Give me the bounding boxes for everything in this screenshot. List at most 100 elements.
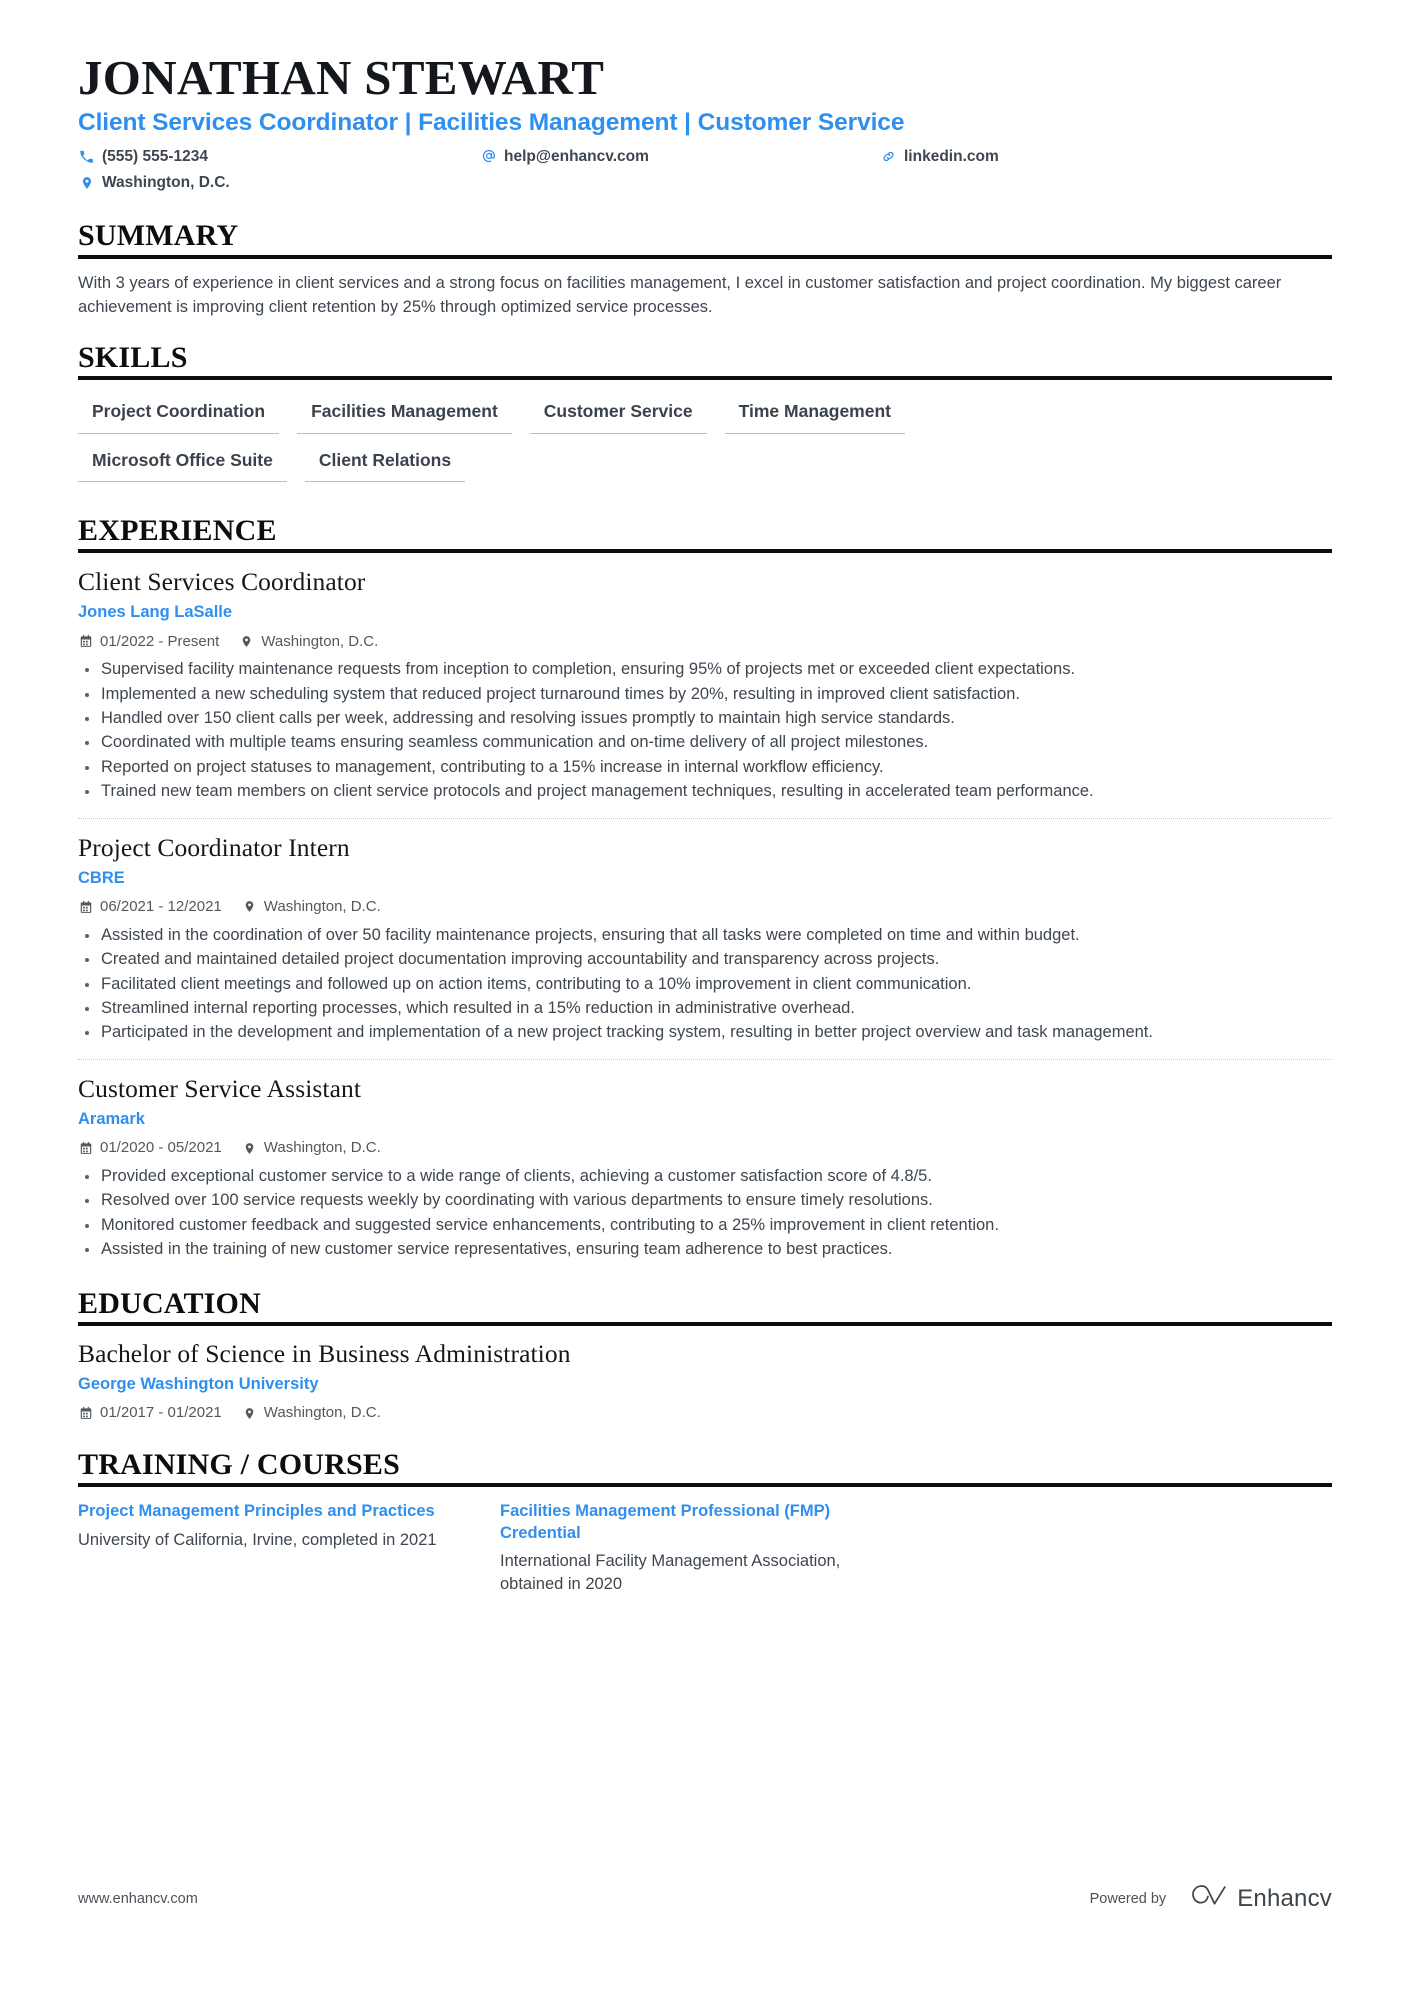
education-meta: 01/2017 - 01/2021 Washington, D.C. [78,1403,1332,1423]
school-name[interactable]: George Washington University [78,1374,1332,1395]
map-pin-icon [78,174,95,191]
skill-item: Customer Service [529,395,707,434]
job-bullet: Handled over 150 client calls per week, … [78,707,1313,730]
calendar-icon [78,634,93,649]
education-location-value: Washington, D.C. [263,1404,381,1422]
contact-linkedin-value: linkedin.com [904,147,999,165]
education-dates-value: 01/2017 - 01/2021 [100,1404,222,1422]
enhancv-brand-name: Enhancv [1237,1884,1332,1912]
course-description: International Facility Management Associ… [500,1552,841,1594]
experience-entry: Client Services Coordinator Jones Lang L… [78,553,1332,804]
job-location-value: Washington, D.C. [261,632,379,650]
contact-phone-value: (555) 555-1234 [102,147,208,165]
map-pin-icon [242,899,257,914]
job-meta: 01/2020 - 05/2021 Washington, D.C. [78,1138,1332,1158]
job-dates: 01/2020 - 05/2021 [78,1138,222,1158]
footer-website-url[interactable]: www.enhancv.com [78,1891,198,1907]
job-bullets: Assisted in the coordination of over 50 … [78,924,1332,1045]
job-bullet: Resolved over 100 service requests weekl… [78,1189,1313,1212]
job-dates-value: 01/2022 - Present [100,632,220,650]
course-title[interactable]: Facilities Management Professional (FMP)… [500,1501,872,1544]
job-title: Client Services Coordinator [78,567,366,597]
course-title[interactable]: Project Management Principles and Practi… [78,1501,450,1522]
section-heading-training: TRAINING / COURSES [78,1448,1332,1488]
section-summary: SUMMARY With 3 years of experience in cl… [78,219,1332,319]
section-experience: EXPERIENCE Client Services Coordinator J… [78,514,1332,1262]
candidate-headline: Client Services Coordinator | Facilities… [78,108,905,136]
map-pin-icon [242,1141,257,1156]
job-dates-value: 06/2021 - 12/2021 [100,898,222,916]
job-bullet: Participated in the development and impl… [78,1021,1313,1044]
job-bullets: Supervised facility maintenance requests… [78,658,1332,804]
job-bullet: Assisted in the coordination of over 50 … [78,924,1313,947]
job-meta: 06/2021 - 12/2021 Washington, D.C. [78,897,1332,917]
skill-item: Microsoft Office Suite [78,444,287,482]
job-location: Washington, D.C. [239,632,378,652]
experience-entry: Project Coordinator Intern CBRE 06/2021 … [78,817,1332,1045]
summary-text: With 3 years of experience in client ser… [78,273,1282,316]
candidate-name: JONATHAN STEWART [78,50,605,105]
skill-item: Time Management [724,395,905,434]
courses-list: Project Management Principles and Practi… [78,1501,1332,1596]
link-icon [880,148,897,165]
job-meta: 01/2022 - Present Washington, D.C. [78,632,1332,652]
job-location-value: Washington, D.C. [263,1139,381,1157]
education-location: Washington, D.C. [242,1403,381,1423]
job-bullet: Trained new team members on client servi… [78,780,1313,803]
job-location: Washington, D.C. [242,1138,381,1158]
section-education: EDUCATION Bachelor of Science in Busines… [78,1287,1332,1423]
skill-item: Client Relations [304,444,466,482]
job-bullet: Provided exceptional customer service to… [78,1165,1313,1188]
job-location-value: Washington, D.C. [263,898,381,916]
degree-title: Bachelor of Science in Business Administ… [78,1338,571,1368]
job-bullet: Created and maintained detailed project … [78,948,1313,971]
education-entry: Bachelor of Science in Business Administ… [78,1326,1332,1423]
phone-icon [78,148,95,165]
job-location: Washington, D.C. [242,897,381,917]
contact-location: Washington, D.C. [78,171,480,194]
job-bullet: Streamlined internal reporting processes… [78,997,1313,1020]
course-description: University of California, Irvine, comple… [78,1530,437,1549]
calendar-icon [78,1141,93,1156]
job-bullet: Monitored customer feedback and suggeste… [78,1214,1313,1237]
section-heading-education: EDUCATION [78,1287,1332,1326]
job-bullet: Supervised facility maintenance requests… [78,658,1313,681]
section-skills: SKILLS Project Coordination Facilities M… [78,341,1332,492]
resume-header: JONATHAN STEWART Client Services Coordin… [78,52,1332,194]
powered-by-label: Powered by [1089,1890,1167,1907]
contact-linkedin[interactable]: linkedin.com [880,145,999,168]
section-heading-summary: SUMMARY [78,219,1332,259]
job-company[interactable]: Aramark [78,1109,1332,1130]
job-company[interactable]: Jones Lang LaSalle [78,602,1332,623]
contact-email[interactable]: help@enhancv.com [480,145,880,168]
contact-details: (555) 555-1234 help@enhancv.com linkedin… [78,145,1332,195]
section-heading-experience: EXPERIENCE [78,514,1332,554]
calendar-icon [78,1406,93,1421]
enhancv-logo-icon [1188,1884,1228,1913]
resume-page: JONATHAN STEWART Client Services Coordin… [0,0,1410,1995]
job-bullet: Assisted in the training of new customer… [78,1238,1313,1261]
experience-entry: Customer Service Assistant Aramark 01/20… [78,1058,1332,1262]
contact-row-secondary: Washington, D.C. [78,171,1332,194]
footer-branding: Powered by Enhancv [1090,1884,1332,1913]
job-title: Customer Service Assistant [78,1073,362,1103]
job-dates-value: 01/2020 - 05/2021 [100,1139,222,1157]
map-pin-icon [242,1406,257,1421]
section-training: TRAINING / COURSES Project Management Pr… [78,1448,1332,1596]
job-company[interactable]: CBRE [78,868,1332,889]
education-dates: 01/2017 - 01/2021 [78,1403,222,1423]
job-bullet: Facilitated client meetings and followed… [78,973,1313,996]
map-pin-icon [239,634,254,649]
section-heading-skills: SKILLS [78,341,1332,381]
skill-item: Facilities Management [297,395,512,434]
contact-phone[interactable]: (555) 555-1234 [78,145,480,168]
job-dates: 01/2022 - Present [78,632,219,652]
course-item: Project Management Principles and Practi… [78,1501,450,1596]
skill-item: Project Coordination [78,395,280,434]
calendar-icon [78,899,93,914]
contact-email-value: help@enhancv.com [504,147,649,165]
page-footer: www.enhancv.com Powered by Enhancv [78,1884,1332,1913]
course-item: Facilities Management Professional (FMP)… [500,1501,872,1596]
job-bullet: Reported on project statuses to manageme… [78,756,1313,779]
contact-row-primary: (555) 555-1234 help@enhancv.com linkedin… [78,145,1332,168]
